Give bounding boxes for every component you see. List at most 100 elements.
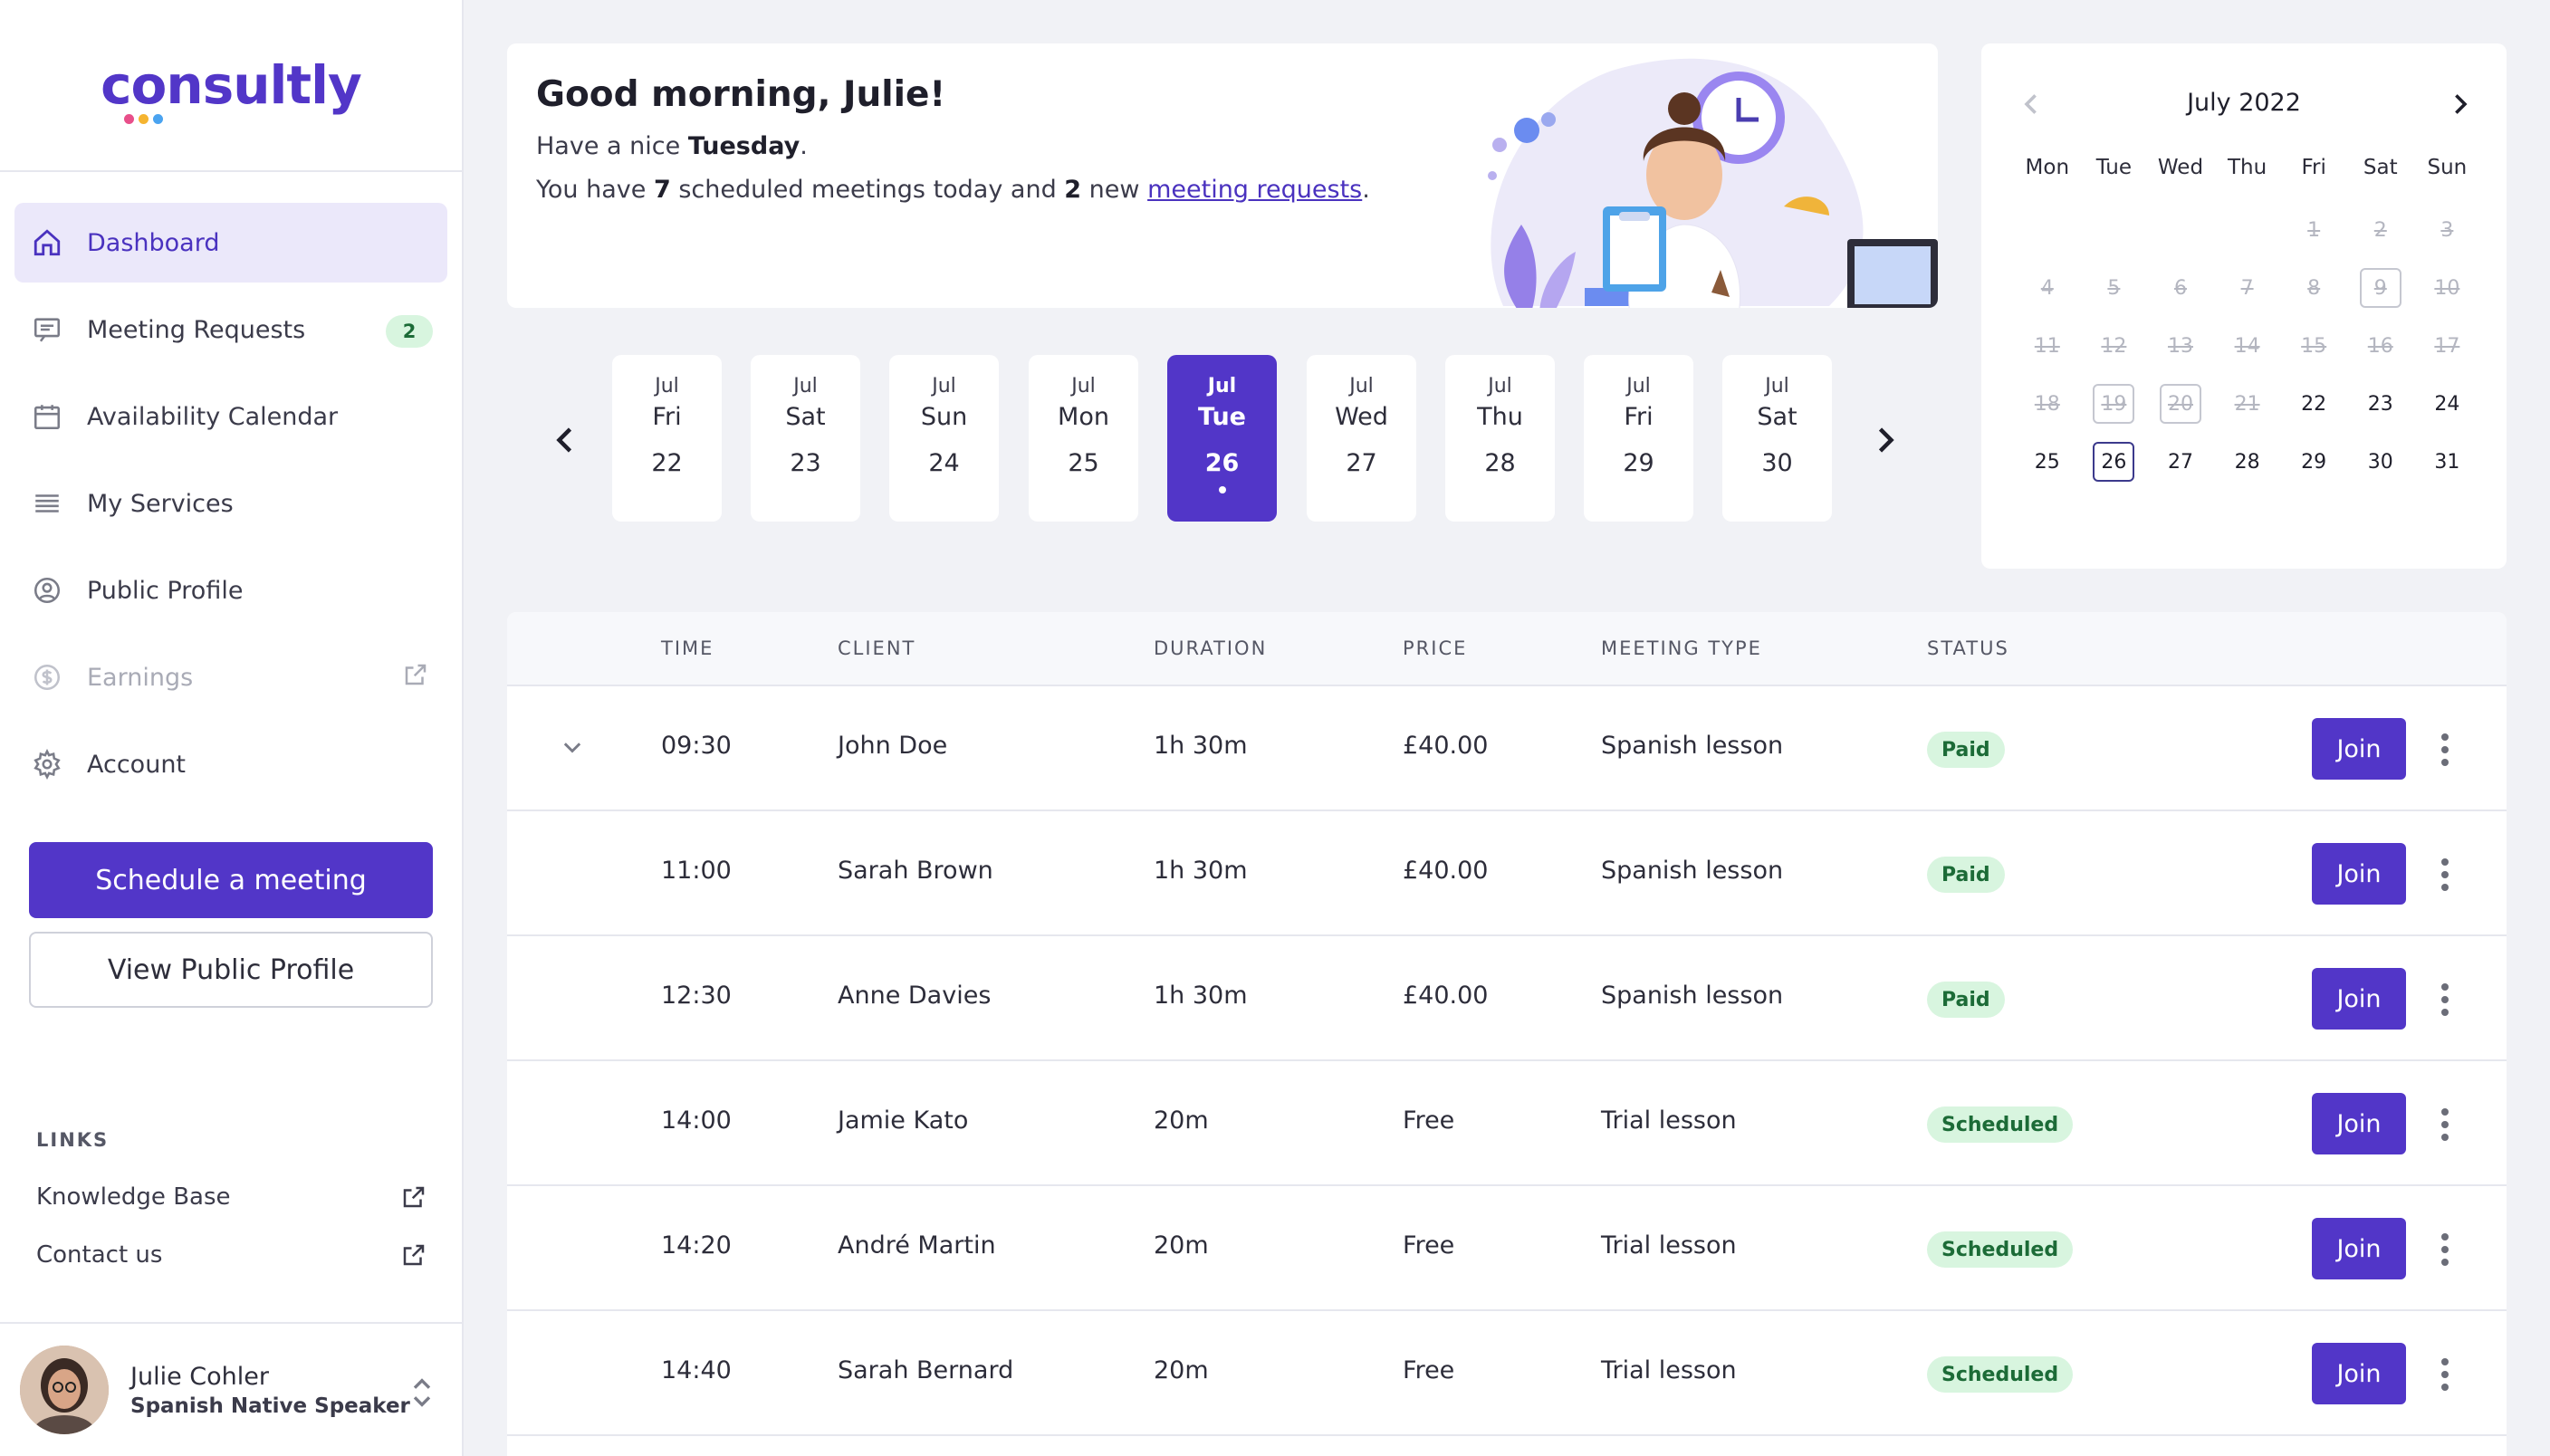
calendar-day[interactable]: 2 — [2347, 201, 2414, 259]
day-card[interactable]: Jul Fri 29 — [1584, 355, 1693, 522]
day-card[interactable]: Jul Thu 28 — [1445, 355, 1555, 522]
status-badge: Paid — [1927, 857, 2005, 893]
status-badge: Scheduled — [1927, 1356, 2074, 1393]
calendar-day[interactable]: 29 — [2280, 433, 2347, 491]
calendar-day[interactable]: 28 — [2214, 433, 2281, 491]
chevron-left-icon[interactable] — [552, 424, 580, 456]
cell-meeting-type: Trial lesson — [1601, 1106, 1737, 1135]
day-card[interactable]: Jul Sat 30 — [1722, 355, 1832, 522]
day-weekday: Sun — [920, 403, 968, 431]
calendar-day[interactable]: 19 — [2081, 375, 2148, 433]
calendar-weekday-header: Tue — [2095, 156, 2133, 179]
external-link-icon — [405, 664, 427, 685]
calendar-day[interactable]: 24 — [2414, 375, 2481, 433]
table-body: 09:30 John Doe 1h 30m £40.00 Spanish lesson P… — [507, 686, 2507, 1436]
calendar-day[interactable]: 8 — [2280, 259, 2347, 317]
calendar-day[interactable]: 23 — [2347, 375, 2414, 433]
table-row[interactable]: 14:00 Jamie Kato 20m Free Trial lesson Schedu… — [507, 1061, 2507, 1186]
links-heading: LINKS — [36, 1129, 110, 1151]
calendar-day[interactable]: 22 — [2280, 375, 2347, 433]
table-row[interactable]: 14:40 Sarah Bernard 20m Free Trial lesson Sch… — [507, 1311, 2507, 1436]
knowledge-base-link[interactable]: Knowledge Base — [36, 1179, 427, 1215]
sidebar-item-label: My Services — [87, 489, 234, 518]
join-button[interactable]: Join — [2312, 1218, 2406, 1279]
day-card[interactable]: Jul Tue 26 — [1167, 355, 1277, 522]
join-button[interactable]: Join — [2312, 1343, 2406, 1404]
day-card[interactable]: Jul Mon 25 — [1029, 355, 1138, 522]
day-month: Jul — [1765, 375, 1789, 398]
calendar-day[interactable]: 18 — [2014, 375, 2081, 433]
sidebar-item-account[interactable]: Account — [14, 724, 447, 804]
more-options-icon[interactable] — [2439, 857, 2451, 893]
day-card[interactable]: Jul Fri 22 — [612, 355, 722, 522]
sidebar-item-public-profile[interactable]: Public Profile — [14, 551, 447, 630]
calendar-day[interactable]: 11 — [2014, 317, 2081, 375]
consultly-logo[interactable]: consultly — [101, 54, 362, 124]
user-profile-switcher[interactable]: Julie Cohler Spanish Native Speaker — [0, 1322, 462, 1456]
calendar-day[interactable]: 12 — [2081, 317, 2148, 375]
day-weekday: Sat — [785, 403, 826, 431]
sidebar-item-meeting-requests[interactable]: Meeting Requests 2 — [14, 290, 447, 369]
table-row[interactable]: 12:30 Anne Davies 1h 30m £40.00 Spanish less… — [507, 936, 2507, 1061]
table-row[interactable]: 09:30 John Doe 1h 30m £40.00 Spanish lesson P… — [507, 686, 2507, 811]
calendar-next-month-icon[interactable] — [2449, 91, 2470, 118]
cell-client: André Martin — [838, 1231, 996, 1260]
join-button[interactable]: Join — [2312, 1093, 2406, 1154]
calendar-day[interactable]: 13 — [2147, 317, 2214, 375]
calendar-day[interactable]: 10 — [2414, 259, 2481, 317]
view-public-profile-button[interactable]: View Public Profile — [29, 932, 433, 1008]
weekday-emphasis: Tuesday — [687, 132, 800, 160]
day-card[interactable]: Jul Sat 23 — [751, 355, 860, 522]
calendar-day[interactable]: 26 — [2081, 433, 2148, 491]
day-card[interactable]: Jul Sun 24 — [889, 355, 999, 522]
sidebar-item-my-services[interactable]: My Services — [14, 464, 447, 543]
calendar-day[interactable]: 30 — [2347, 433, 2414, 491]
calendar-day-number: 22 — [2301, 392, 2327, 416]
calendar-day[interactable]: 5 — [2081, 259, 2148, 317]
calendar-day[interactable]: 27 — [2147, 433, 2214, 491]
sidebar-item-dashboard[interactable]: Dashboard — [14, 203, 447, 283]
calendar-day[interactable]: 21 — [2214, 375, 2281, 433]
more-options-icon[interactable] — [2439, 982, 2451, 1018]
table-row[interactable]: 14:20 André Martin 20m Free Trial lesson Sche… — [507, 1186, 2507, 1311]
join-button[interactable]: Join — [2312, 843, 2406, 905]
table-row[interactable]: 11:00 Sarah Brown 1h 30m £40.00 Spanish less… — [507, 811, 2507, 936]
contact-us-link[interactable]: Contact us — [36, 1237, 427, 1273]
sidebar-item-availability-calendar[interactable]: Availability Calendar — [14, 377, 447, 456]
day-weekday: Tue — [1198, 403, 1246, 431]
calendar-day-number: 7 — [2240, 276, 2254, 300]
meeting-requests-count-badge: 2 — [386, 315, 433, 348]
column-header-price: PRICE — [1403, 637, 1468, 659]
calendar-day[interactable]: 9 — [2347, 259, 2414, 317]
calendar-day[interactable]: 15 — [2280, 317, 2347, 375]
more-options-icon[interactable] — [2439, 1356, 2451, 1393]
calendar-day[interactable]: 20 — [2147, 375, 2214, 433]
calendar-day[interactable]: 1 — [2280, 201, 2347, 259]
calendar-day-number: 19 — [2093, 384, 2135, 424]
join-button[interactable]: Join — [2312, 718, 2406, 780]
join-button[interactable]: Join — [2312, 968, 2406, 1030]
list-icon — [31, 487, 63, 520]
more-options-icon[interactable] — [2439, 1106, 2451, 1143]
sidebar-item-earnings[interactable]: Earnings — [14, 637, 447, 717]
column-header-status: STATUS — [1927, 637, 2009, 659]
calendar-day[interactable]: 31 — [2414, 433, 2481, 491]
chevron-right-icon[interactable] — [1871, 424, 1898, 456]
calendar-day[interactable]: 25 — [2014, 433, 2081, 491]
meeting-requests-link[interactable]: meeting requests — [1147, 176, 1362, 204]
illustration-woman-with-clock — [1488, 58, 1938, 308]
calendar-day[interactable]: 16 — [2347, 317, 2414, 375]
more-options-icon[interactable] — [2439, 1231, 2451, 1268]
calendar-day[interactable]: 17 — [2414, 317, 2481, 375]
calendar-day[interactable]: 14 — [2214, 317, 2281, 375]
calendar-day[interactable]: 6 — [2147, 259, 2214, 317]
calendar-day[interactable]: 3 — [2414, 201, 2481, 259]
more-options-icon[interactable] — [2439, 732, 2451, 768]
calendar-day[interactable]: 4 — [2014, 259, 2081, 317]
day-card[interactable]: Jul Wed 27 — [1307, 355, 1416, 522]
calendar-day-number: 16 — [2367, 334, 2393, 358]
calendar-day[interactable]: 7 — [2214, 259, 2281, 317]
day-month: Jul — [1349, 375, 1374, 398]
chevron-down-icon[interactable] — [560, 737, 585, 759]
schedule-meeting-button[interactable]: Schedule a meeting — [29, 842, 433, 918]
